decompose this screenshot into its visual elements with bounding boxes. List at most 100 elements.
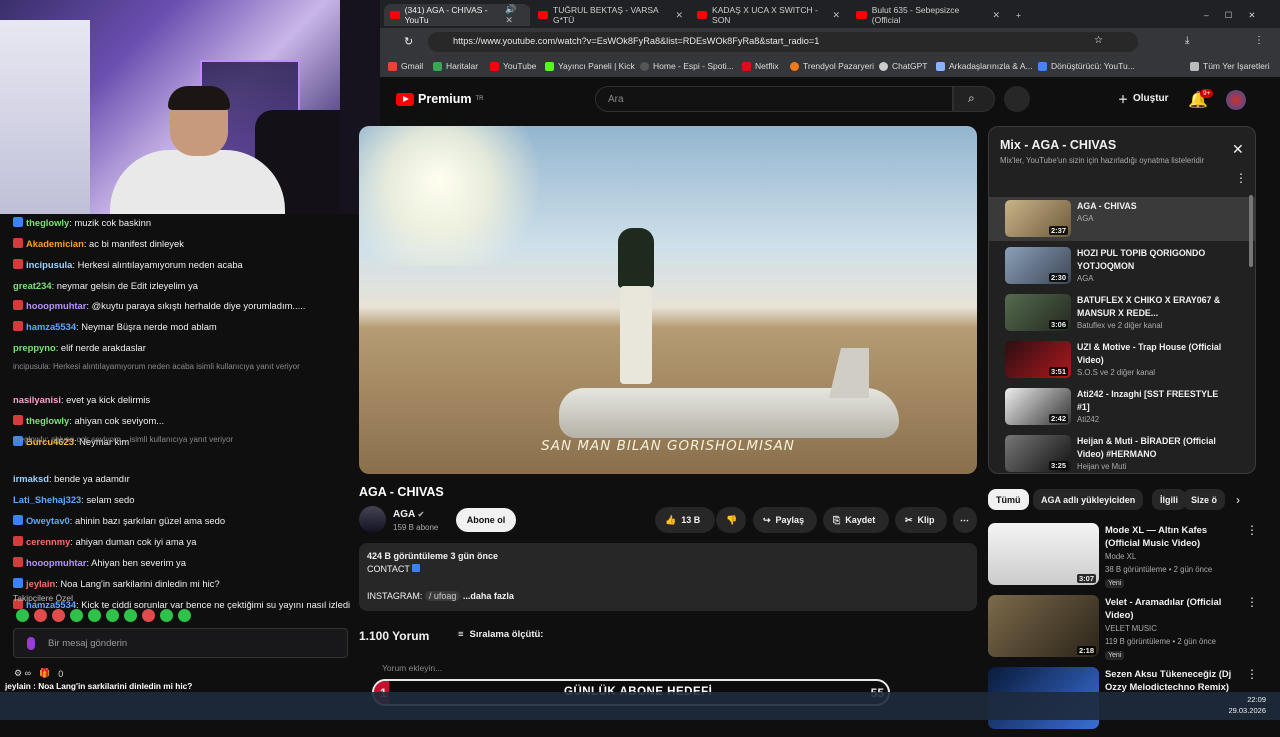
clip-button[interactable]: ✂ Klip	[895, 507, 947, 533]
star-icon[interactable]: ☆	[1094, 35, 1103, 46]
close-icon[interactable]: ✕	[832, 10, 840, 21]
chat-username[interactable]: theglowly	[26, 217, 69, 228]
emote-icon[interactable]	[52, 609, 65, 622]
chat-message-input[interactable]: Bir mesaj gönderin	[13, 628, 348, 658]
bookmark-gmail[interactable]: Gmail	[388, 61, 423, 71]
emote-bar[interactable]	[16, 609, 191, 622]
new-tab-button[interactable]: +	[1010, 4, 1027, 26]
recommended-channel[interactable]: Mode XL	[1105, 552, 1136, 561]
chat-username[interactable]: nasilyanisi	[13, 394, 61, 405]
bookmark-maps[interactable]: Haritalar	[433, 61, 478, 71]
playlist-item[interactable]: 2:30 HOZI PUL TOPIB QORIGONDO YOTJOQMON AG…	[989, 244, 1255, 288]
menu-icon[interactable]: ⋮	[1254, 35, 1264, 46]
video-thumbnail[interactable]: 2:42	[1005, 388, 1071, 425]
recommended-title[interactable]: Sezen Aksu Tükeneceğiz (Dj Ozzy Melodict…	[1105, 667, 1240, 693]
playlist-item-title[interactable]: Heijan & Muti - BİRADER (Official Video)…	[1077, 435, 1227, 461]
create-button[interactable]: ＋ Oluştur	[1118, 91, 1169, 106]
video-thumbnail[interactable]: 2:30	[1005, 247, 1071, 284]
subscribe-button[interactable]: Abone ol	[456, 508, 516, 532]
chat-username[interactable]: Lati_Shehaj323	[13, 494, 81, 505]
chat-username[interactable]: hooopmuhtar	[26, 557, 86, 568]
chip-for-you[interactable]: Size ö	[1183, 489, 1226, 510]
chat-username[interactable]: jeylain	[26, 578, 55, 589]
bookmark-trendyol[interactable]: Trendyol Pazaryeri	[790, 61, 874, 71]
playlist-item-title[interactable]: UZI & Motive - Trap House (Official Vide…	[1077, 341, 1227, 367]
video-thumbnail[interactable]: 2:37	[1005, 200, 1071, 237]
recommended-video[interactable]: 2:18 Velet - Aramadılar (Official Video) V…	[988, 595, 1260, 665]
bookmark-youtube[interactable]: YouTube	[490, 61, 536, 71]
chat-username[interactable]: irmaksd	[13, 473, 49, 484]
bookmark-spotify[interactable]: Home - Espi - Spoti...	[640, 61, 734, 71]
download-icon[interactable]: ⤓	[1185, 35, 1189, 46]
video-thumbnail[interactable]: 3:25	[1005, 435, 1071, 472]
browser-tab[interactable]: (341) AGA - CHIVAS - YouTu 🔊 ✕	[384, 4, 530, 26]
playlist-item-title[interactable]: BATUFLEX X CHIKO X ERAY067 & MANSUR X RE…	[1077, 294, 1227, 320]
channel-name[interactable]: AGA ✔	[393, 509, 424, 520]
recommended-title[interactable]: Mode XL — Altın Kafes (Official Music Vi…	[1105, 523, 1240, 549]
chat-username[interactable]: hamza5534	[26, 321, 76, 332]
window-controls[interactable]: –☐✕	[1198, 4, 1277, 26]
video-thumbnail[interactable]: 3:07	[988, 523, 1099, 585]
chat-username[interactable]: great234	[13, 280, 52, 291]
all-bookmarks[interactable]: Tüm Yer İşaretleri	[1190, 61, 1270, 71]
chat-username[interactable]: preppyno	[13, 342, 56, 353]
close-icon[interactable]: ✕	[675, 10, 683, 21]
playlist-item[interactable]: 3:06 BATUFLEX X CHIKO X ERAY067 & MANSUR …	[989, 291, 1255, 335]
chevron-right-icon[interactable]: ›	[1236, 493, 1240, 507]
youtube-logo[interactable]: Premium TR	[396, 92, 484, 106]
dislike-button[interactable]: 👎	[716, 507, 746, 533]
video-description[interactable]: 424 B görüntüleme 3 gün önce CONTACT INS…	[359, 543, 977, 611]
chat-username[interactable]: theglowly	[26, 415, 69, 426]
emote-icon[interactable]	[106, 609, 119, 622]
chat-username[interactable]: Oweytav0	[26, 515, 70, 526]
search-input[interactable]: Ara	[595, 86, 953, 112]
more-options-icon[interactable]: ⋮	[1246, 523, 1258, 537]
emote-icon[interactable]	[34, 609, 47, 622]
like-button[interactable]: 👍 13 B	[655, 507, 715, 533]
scrollbar[interactable]	[1249, 195, 1253, 267]
recommended-channel[interactable]: VELET MUSIC	[1105, 624, 1157, 633]
more-actions-button[interactable]: ⋯	[953, 507, 977, 533]
playlist-item[interactable]: 2:42 Ati242 - Inzaghi [SST FREESTYLE #1] A…	[989, 385, 1255, 429]
emote-icon[interactable]	[16, 609, 29, 622]
search-button[interactable]: ⌕	[953, 86, 995, 112]
reload-icon[interactable]: ↻	[404, 35, 413, 48]
bookmark-netflix[interactable]: Netflix	[742, 61, 779, 71]
chat-username[interactable]: Akademician	[26, 238, 84, 249]
close-icon[interactable]: ✕	[1232, 141, 1244, 158]
browser-tab[interactable]: KADAŞ X UCA X SWITCH - SON ✕	[691, 4, 846, 26]
playlist-item[interactable]: 3:51 UZI & Motive - Trap House (Official …	[989, 338, 1255, 382]
playlist-item[interactable]: 2:37 AGA - CHIVAS AGA	[989, 197, 1255, 241]
emote-icon[interactable]	[142, 609, 155, 622]
gift-icon[interactable]: 🎁	[39, 668, 50, 679]
bookmark-chatgpt[interactable]: ChatGPT	[879, 61, 927, 71]
bookmark-converter[interactable]: Dönüştürücü: YouTu...	[1038, 61, 1135, 71]
show-more-link[interactable]: ...daha fazla	[463, 591, 514, 601]
video-thumbnail[interactable]: 3:06	[1005, 294, 1071, 331]
emote-icon[interactable]	[160, 609, 173, 622]
playlist-item-title[interactable]: HOZI PUL TOPIB QORIGONDO YOTJOQMON	[1077, 247, 1227, 273]
emote-icon[interactable]	[70, 609, 83, 622]
bookmark-friends[interactable]: Arkadaşlarınızla & A...	[936, 61, 1033, 71]
save-button[interactable]: ⎘ Kaydet	[823, 507, 889, 533]
emote-icon[interactable]	[124, 609, 137, 622]
video-thumbnail[interactable]: 3:51	[1005, 341, 1071, 378]
browser-tab[interactable]: Bulut 635 - Sebepsizce (Official ✕	[850, 4, 1006, 26]
playlist-item-title[interactable]: AGA - CHIVAS	[1077, 200, 1227, 213]
emote-icon[interactable]	[88, 609, 101, 622]
add-comment-input[interactable]: Yorum ekleyin...	[382, 663, 442, 673]
bookmark-kick[interactable]: Yayıncı Paneli | Kick	[545, 61, 635, 71]
close-icon[interactable]: ✕	[992, 10, 1000, 21]
chat-username[interactable]: hooopmuhtar	[26, 300, 86, 311]
video-thumbnail[interactable]: 2:18	[988, 595, 1099, 657]
chip-all[interactable]: Tümü	[988, 489, 1029, 510]
voice-search-button[interactable]	[1004, 86, 1030, 112]
sort-comments-button[interactable]: ≡ Sıralama ölçütü:	[458, 629, 543, 640]
emote-icon[interactable]	[178, 609, 191, 622]
recommended-video[interactable]: 3:07 Mode XL — Altın Kafes (Official Musi…	[988, 523, 1260, 593]
more-options-icon[interactable]: ⋮	[1246, 667, 1258, 681]
close-icon[interactable]: 🔊 ✕	[505, 4, 524, 26]
playlist-item[interactable]: 3:25 Heijan & Muti - BİRADER (Official Vi…	[989, 432, 1255, 476]
avatar[interactable]	[1226, 90, 1246, 110]
more-options-icon[interactable]: ⋮	[1246, 595, 1258, 609]
